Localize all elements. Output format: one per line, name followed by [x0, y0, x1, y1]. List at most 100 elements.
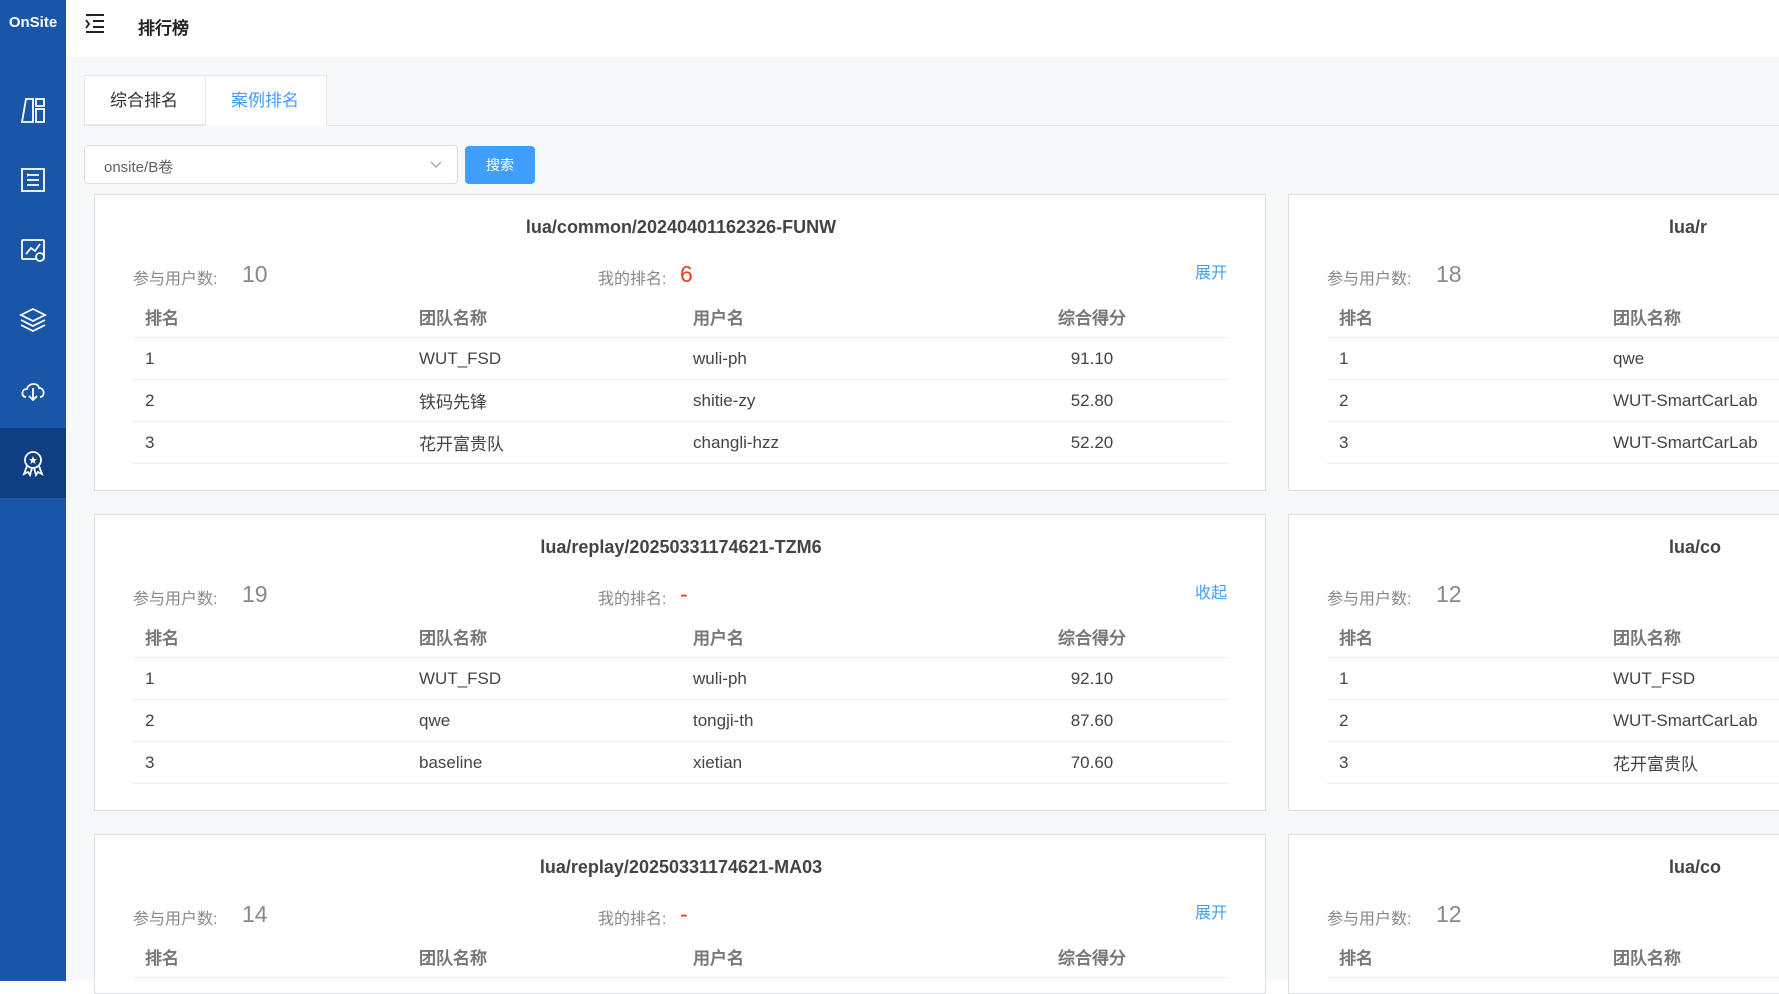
participants-label: 参与用户数:: [1327, 591, 1412, 608]
cell-rank: 3: [1327, 421, 1601, 464]
brand-logo: OnSite: [8, 14, 58, 31]
col-team: 团队名称: [407, 935, 681, 978]
participants-label: 参与用户数:: [1327, 911, 1412, 928]
tab-overall-rank[interactable]: 综合排名: [84, 75, 205, 125]
my-rank-value: -: [680, 901, 688, 927]
col-rank: 排名: [1327, 935, 1601, 978]
col-rank: 排名: [133, 295, 407, 338]
cell-rank: 3: [1327, 741, 1601, 784]
col-rank: 排名: [1327, 615, 1601, 658]
cell-team: qwe: [407, 699, 681, 742]
cell-rank: 2: [1327, 379, 1601, 422]
cell-user: wuli-ph: [681, 657, 955, 700]
cell-team: WUT-SmartCarLab: [1601, 379, 1779, 422]
cell-team: WUT_FSD: [407, 337, 681, 380]
cell-team: WUT-SmartCarLab: [1601, 699, 1779, 742]
ranking-table: 排名 团队名称 用户名 综合得分: [133, 935, 1229, 978]
collapse-link[interactable]: 收起: [1195, 579, 1227, 603]
page-title: 排行榜: [138, 19, 189, 38]
col-team: 团队名称: [1601, 935, 1779, 978]
cell-rank: 1: [133, 657, 407, 700]
case-title: lua/co: [1669, 537, 1722, 557]
col-team: 团队名称: [1601, 615, 1779, 658]
cell-rank: 2: [1327, 699, 1601, 742]
table-row: 1 WUT_FSD: [1327, 657, 1779, 700]
table-row: 2 WUT-SmartCarLab: [1327, 379, 1779, 422]
paper-select[interactable]: onsite/B卷: [84, 145, 458, 184]
col-rank: 排名: [133, 935, 407, 978]
table-row: 1 qwe: [1327, 337, 1779, 380]
table-header-row: 排名 团队名称: [1327, 935, 1779, 978]
case-card-right: lua/r 参与用户数: 18 排名 团队名称 1 qwe 2 WUT-Smar…: [1288, 194, 1779, 491]
cell-team: 铁码先锋: [407, 379, 681, 422]
cell-team: baseline: [407, 741, 681, 784]
cell-score: 91.10: [955, 337, 1229, 380]
nav-leaderboard[interactable]: [0, 428, 66, 498]
chevron-down-icon: [430, 161, 442, 168]
menu-icon[interactable]: [84, 12, 106, 34]
cell-rank: 1: [1327, 337, 1601, 380]
sidebar: OnSite: [0, 0, 66, 981]
nav-list[interactable]: [0, 145, 66, 215]
cell-team: WUT_FSD: [407, 657, 681, 700]
col-user: 用户名: [681, 295, 955, 338]
participants-count: 12: [1436, 581, 1462, 607]
nav-dashboard[interactable]: [0, 75, 66, 145]
nav-layers[interactable]: [0, 285, 66, 355]
cell-rank: 1: [1327, 657, 1601, 700]
nav-cloud-download[interactable]: [0, 355, 66, 425]
cell-user: xietian: [681, 741, 955, 784]
cell-team: 花开富贵队: [1601, 741, 1779, 784]
tab-case-rank[interactable]: 案例排名: [205, 75, 327, 126]
dashboard-icon: [20, 98, 45, 123]
case-card-right: lua/co 参与用户数: 12 排名 团队名称 1 WUT_FSD 2 WUT…: [1288, 514, 1779, 811]
chart-icon: [21, 239, 45, 262]
participants-count: 18: [1436, 261, 1462, 287]
table-row: 1 WUT_FSD wuli-ph 91.10: [133, 337, 1229, 380]
table-row: 2 铁码先锋 shitie-zy 52.80: [133, 379, 1229, 422]
my-rank-label: 我的排名:: [598, 911, 667, 928]
case-title: lua/common/20240401162326-FUNW: [525, 217, 837, 237]
col-user: 用户名: [681, 615, 955, 658]
cell-rank: 3: [133, 741, 407, 784]
my-rank-value: -: [680, 581, 688, 607]
ranking-table: 排名 团队名称 1 WUT_FSD 2 WUT-SmartCarLab 3 花开…: [1327, 615, 1779, 784]
ranking-table: 排名 团队名称 1 qwe 2 WUT-SmartCarLab 3 WUT-Sm…: [1327, 295, 1779, 464]
nav-chart[interactable]: [0, 215, 66, 285]
cell-rank: 3: [133, 421, 407, 464]
cell-score: 92.10: [955, 657, 1229, 700]
col-user: 用户名: [681, 935, 955, 978]
case-title: lua/r: [1669, 217, 1708, 237]
cell-rank: 2: [133, 379, 407, 422]
expand-link[interactable]: 展开: [1195, 259, 1227, 283]
cell-score: 87.60: [955, 699, 1229, 742]
cell-score: 52.80: [955, 379, 1229, 422]
cell-score: 70.60: [955, 741, 1229, 784]
list-icon: [21, 168, 45, 192]
participants-count: 12: [1436, 901, 1462, 927]
col-rank: 排名: [133, 615, 407, 658]
layers-icon: [18, 307, 48, 333]
case-card: lua/replay/20250331174621-MA03 参与用户数: 14…: [94, 834, 1266, 994]
case-title: lua/co: [1669, 857, 1722, 877]
col-rank: 排名: [1327, 295, 1601, 338]
col-team: 团队名称: [1601, 295, 1779, 338]
table-row: 3 花开富贵队: [1327, 741, 1779, 784]
rank-tabs: 综合排名 案例排名: [84, 75, 1779, 126]
participants-count: 14: [242, 901, 268, 927]
ranking-table: 排名 团队名称 用户名 综合得分 1 WUT_FSD wuli-ph 91.10…: [133, 295, 1229, 464]
participants-label: 参与用户数:: [133, 591, 218, 608]
cell-user: shitie-zy: [681, 379, 955, 422]
top-header: 排行榜: [66, 0, 1779, 58]
cell-team: qwe: [1601, 337, 1779, 380]
search-button[interactable]: 搜索: [465, 146, 535, 184]
table-header-row: 排名 团队名称 用户名 综合得分: [133, 615, 1229, 658]
table-row: 3 WUT-SmartCarLab: [1327, 421, 1779, 464]
col-score: 综合得分: [955, 935, 1229, 978]
col-team: 团队名称: [407, 295, 681, 338]
table-row: 3 花开富贵队 changli-hzz 52.20: [133, 421, 1229, 464]
participants-label: 参与用户数:: [1327, 271, 1412, 288]
expand-link[interactable]: 展开: [1195, 899, 1227, 923]
participants-count: 19: [242, 581, 268, 607]
participants-label: 参与用户数:: [133, 271, 218, 288]
